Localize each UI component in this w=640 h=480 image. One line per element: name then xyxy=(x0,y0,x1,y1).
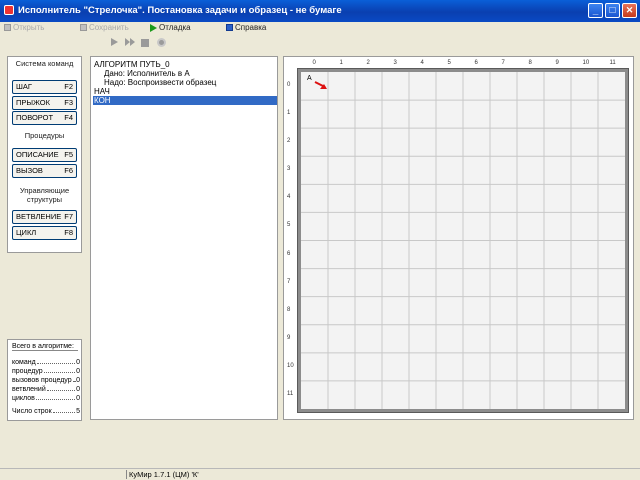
branch-button[interactable]: ВЕТВЛЕНИЕ F7 xyxy=(12,210,77,224)
close-button[interactable]: ✕ xyxy=(622,3,637,18)
procedures-title: Процедуры xyxy=(24,131,65,140)
column-label: 6 xyxy=(474,60,478,66)
status-bar: КуМир 1.7.1 (ЦМ) 'К' xyxy=(0,468,640,480)
disk-icon xyxy=(4,24,11,32)
field-panel: 0 1 2 3 4 5 6 7 8 9 10 11 0 1 2 3 4 5 6 7 8 9 10 11 А xyxy=(283,56,634,420)
row-label: 9 xyxy=(287,334,291,341)
stat-row: команд 0 xyxy=(12,359,80,366)
grid-canvas xyxy=(301,72,625,409)
menu-help[interactable]: Справка xyxy=(226,22,266,34)
minimize-button[interactable]: _ xyxy=(588,3,603,18)
code-line[interactable]: Дано: Исполнитель в А xyxy=(93,69,277,78)
row-label: 6 xyxy=(287,250,291,257)
code-line[interactable]: НАЧ xyxy=(93,87,277,96)
reset-button[interactable] xyxy=(157,38,167,48)
call-procedure-button[interactable]: ВЫЗОВ F6 xyxy=(12,164,77,178)
row-label: 10 xyxy=(287,362,294,369)
column-label: 11 xyxy=(609,60,616,66)
menu-save-label: Сохранить xyxy=(89,23,129,32)
menu-bar: Открыть Сохранить Отладка Справка xyxy=(0,22,640,34)
column-label: 4 xyxy=(420,60,424,66)
stats-title: Всего в алгоритме: xyxy=(12,343,78,351)
column-label: 10 xyxy=(582,60,590,66)
menu-help-label: Справка xyxy=(235,23,267,32)
describe-procedure-button[interactable]: ОПИСАНИЕ F5 xyxy=(12,148,77,162)
code-editor[interactable]: АЛГОРИТМ ПУТЬ_0 Дано: Исполнитель в А На… xyxy=(90,56,278,420)
menu-debug[interactable]: Отладка xyxy=(150,22,191,34)
menu-save[interactable]: Сохранить xyxy=(80,22,129,34)
stats-panel: Всего в алгоритме: команд 0 процедур 0 выз… xyxy=(7,339,82,421)
row-label: 0 xyxy=(287,82,291,89)
arrow-executor-icon xyxy=(314,81,327,89)
row-label: 4 xyxy=(287,194,291,201)
stop-icon xyxy=(141,39,149,47)
maximize-button[interactable]: □ xyxy=(605,3,620,18)
toolbar xyxy=(0,34,640,52)
step-button[interactable] xyxy=(125,38,135,48)
start-cell-label: А xyxy=(307,75,312,82)
structures-title: Управляющие структуры xyxy=(19,186,70,204)
play-icon xyxy=(150,23,157,32)
reset-icon xyxy=(157,38,166,47)
row-label: 11 xyxy=(287,390,294,397)
menu-debug-label: Отладка xyxy=(159,23,191,32)
code-line[interactable]: Надо: Воспроизвести образец xyxy=(93,78,277,87)
column-label: 9 xyxy=(555,60,559,66)
turn-command-button[interactable]: ПОВОРОТ F4 xyxy=(12,111,77,125)
stat-row: ветвлений 0 xyxy=(12,386,80,393)
app-icon xyxy=(4,5,14,15)
help-icon xyxy=(226,24,233,32)
row-label: 1 xyxy=(287,110,291,117)
column-label: 5 xyxy=(447,60,451,66)
row-label: 5 xyxy=(287,222,291,229)
disk-icon xyxy=(80,24,87,32)
stat-row: Число строк 5 xyxy=(12,408,80,415)
stat-row: циклов 0 xyxy=(12,395,80,402)
row-label: 3 xyxy=(287,166,291,173)
grid-field[interactable]: А xyxy=(297,68,629,413)
row-label: 7 xyxy=(287,278,291,285)
commands-panel: Система команд ШАГ F2 ПРЫЖОК F3 ПОВОРОТ F4 … xyxy=(7,56,82,253)
column-label: 8 xyxy=(528,60,532,66)
column-label: 7 xyxy=(501,60,505,66)
window-title: Исполнитель "Стрелочка". Постановка зада… xyxy=(18,5,342,16)
row-label: 8 xyxy=(287,306,291,313)
status-text: КуМир 1.7.1 (ЦМ) 'К' xyxy=(126,470,199,479)
title-bar: Исполнитель "Стрелочка". Постановка зада… xyxy=(0,0,640,22)
column-label: 2 xyxy=(366,60,370,66)
system-title: Система команд xyxy=(15,59,74,68)
loop-button[interactable]: ЦИКЛ F8 xyxy=(12,226,77,240)
menu-open-label: Открыть xyxy=(13,23,45,32)
code-line-selected[interactable]: КОН xyxy=(93,96,277,105)
column-label: 1 xyxy=(339,60,343,66)
stat-row: вызовов процедур 0 xyxy=(12,377,80,384)
run-icon xyxy=(111,38,118,46)
step-command-button[interactable]: ШАГ F2 xyxy=(12,80,77,94)
column-label: 3 xyxy=(393,60,397,66)
stat-row: процедур 0 xyxy=(12,368,80,375)
row-label: 2 xyxy=(287,138,291,145)
jump-command-button[interactable]: ПРЫЖОК F3 xyxy=(12,96,77,110)
column-label: 0 xyxy=(312,60,316,66)
code-line[interactable]: АЛГОРИТМ ПУТЬ_0 xyxy=(93,60,277,69)
menu-open[interactable]: Открыть xyxy=(4,22,44,34)
stop-button[interactable] xyxy=(141,38,151,48)
run-button[interactable] xyxy=(111,38,121,48)
